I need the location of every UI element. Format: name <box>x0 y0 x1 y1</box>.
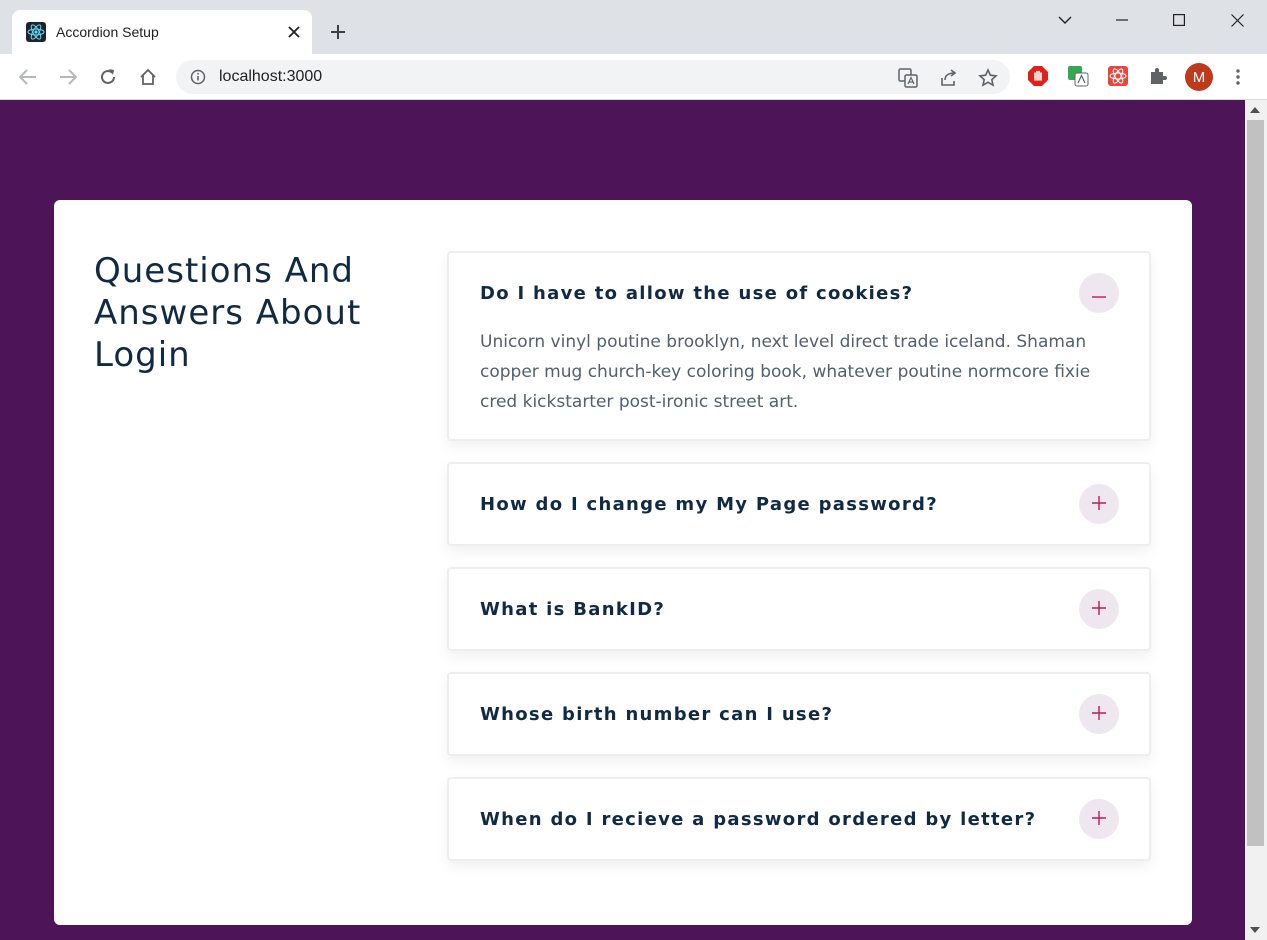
close-tab-icon[interactable] <box>282 20 306 44</box>
faq-item-birth-number: Whose birth number can I use? <box>447 672 1151 756</box>
maximize-window-icon[interactable] <box>1165 8 1193 32</box>
faq-item-password: How do I change my My Page password? <box>447 462 1151 546</box>
expand-button[interactable] <box>1079 799 1119 839</box>
react-devtools-extension-icon[interactable] <box>1106 64 1130 88</box>
reload-icon[interactable] <box>95 64 121 90</box>
expand-button[interactable] <box>1079 694 1119 734</box>
share-icon[interactable] <box>937 67 959 89</box>
plus-icon <box>1092 810 1106 828</box>
close-window-icon[interactable] <box>1223 8 1251 32</box>
forward-arrow-icon[interactable] <box>55 64 81 90</box>
minus-icon <box>1092 286 1106 301</box>
faq-item-cookies: Do I have to allow the use of cookies? U… <box>447 251 1151 441</box>
browser-tab-strip: Accordion Setup <box>0 0 1267 54</box>
browser-menu-icon[interactable] <box>1228 65 1248 89</box>
faq-question: What is BankID? <box>480 598 666 620</box>
plus-icon <box>1092 495 1106 513</box>
tab-title: Accordion Setup <box>56 24 159 40</box>
translate-icon[interactable] <box>897 67 919 89</box>
scroll-down-arrow-icon[interactable] <box>1250 927 1260 933</box>
expand-button[interactable] <box>1079 589 1119 629</box>
home-icon[interactable] <box>135 64 161 90</box>
scroll-up-arrow-icon[interactable] <box>1250 107 1260 113</box>
faq-accordion: Do I have to allow the use of cookies? U… <box>447 251 1151 882</box>
page-viewport: Questions And Answers About Login Do I h… <box>0 100 1245 940</box>
react-favicon-icon <box>26 22 46 42</box>
faq-question: How do I change my My Page password? <box>480 493 938 515</box>
adblock-extension-icon[interactable] <box>1026 64 1050 88</box>
scrollbar-thumb[interactable] <box>1247 120 1264 846</box>
plus-icon <box>1092 705 1106 723</box>
plus-icon <box>1092 600 1106 618</box>
faq-header[interactable]: What is BankID? <box>480 569 1119 649</box>
browser-tab-active[interactable]: Accordion Setup <box>12 10 312 54</box>
url-text: localhost:3000 <box>219 68 323 85</box>
faq-question: Whose birth number can I use? <box>480 703 834 725</box>
collapse-button[interactable] <box>1079 273 1119 313</box>
tab-search-chevron-icon[interactable] <box>1051 8 1079 32</box>
back-arrow-icon[interactable] <box>15 64 41 90</box>
faq-question: Do I have to allow the use of cookies? <box>480 282 914 304</box>
faq-header[interactable]: How do I change my My Page password? <box>480 464 1119 544</box>
faq-answer: Unicorn vinyl poutine brooklyn, next lev… <box>480 332 1091 412</box>
profile-avatar[interactable]: M <box>1185 63 1213 91</box>
google-translate-extension-icon[interactable] <box>1066 64 1090 88</box>
new-tab-icon[interactable] <box>326 20 350 44</box>
faq-header[interactable]: When do I recieve a password ordered by … <box>480 779 1119 859</box>
faq-card: Questions And Answers About Login Do I h… <box>54 200 1192 925</box>
browser-toolbar: localhost:3000 M <box>0 54 1267 100</box>
faq-header[interactable]: Whose birth number can I use? <box>480 674 1119 754</box>
extensions-puzzle-icon[interactable] <box>1146 64 1170 88</box>
faq-question: When do I recieve a password ordered by … <box>480 808 1037 830</box>
address-bar[interactable]: localhost:3000 <box>176 60 1010 94</box>
site-info-icon[interactable] <box>190 69 206 85</box>
bookmark-star-icon[interactable] <box>977 67 999 89</box>
page-scrollbar[interactable] <box>1245 100 1267 940</box>
faq-item-letter-password: When do I recieve a password ordered by … <box>447 777 1151 861</box>
faq-item-bankid: What is BankID? <box>447 567 1151 651</box>
faq-header[interactable]: Do I have to allow the use of cookies? <box>480 253 1119 333</box>
page-title: Questions And Answers About Login <box>94 251 362 375</box>
minimize-window-icon[interactable] <box>1108 8 1136 32</box>
expand-button[interactable] <box>1079 484 1119 524</box>
